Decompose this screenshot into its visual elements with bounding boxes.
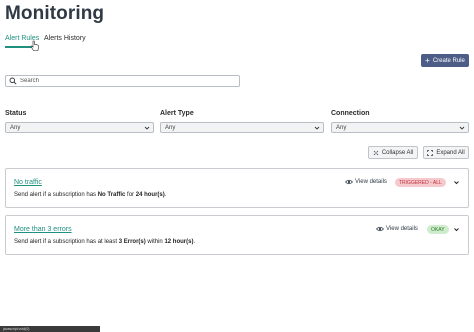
expand-icon: [427, 149, 434, 156]
rule-name-link[interactable]: More than 3 errors: [14, 226, 72, 233]
hand-cursor-icon: [30, 40, 39, 51]
search-box[interactable]: [5, 75, 240, 87]
connection-filter-select[interactable]: Any: [331, 122, 469, 133]
expand-all-button[interactable]: Expand All: [423, 146, 469, 159]
connection-filter-label: Connection: [331, 110, 370, 117]
chevron-down-icon: [459, 126, 465, 130]
collapse-all-label: Collapse All: [381, 149, 414, 156]
plus-icon: +: [425, 55, 430, 65]
eye-icon: [376, 226, 384, 232]
view-details-link[interactable]: View details: [376, 226, 418, 232]
alert-rule-card: More than 3 errors Send alert if a subsc…: [5, 215, 469, 255]
view-details-label: View details: [355, 179, 387, 185]
chevron-down-icon: [144, 126, 150, 130]
connection-filter-value: Any: [336, 124, 347, 131]
view-details-link[interactable]: View details: [345, 179, 387, 185]
alert-type-filter-select[interactable]: Any: [160, 122, 324, 133]
browser-status-bar: javascript:void(0): [0, 326, 100, 332]
status-badge: OKAY: [427, 225, 449, 234]
expand-all-label: Expand All: [436, 149, 465, 156]
rule-name-link[interactable]: No traffic: [14, 179, 42, 186]
create-rule-button[interactable]: + Create Rule: [421, 54, 469, 67]
status-filter-select[interactable]: Any: [5, 122, 154, 133]
chevron-down-icon: [314, 126, 320, 130]
chevron-down-icon[interactable]: [453, 179, 460, 186]
alert-rule-card: No traffic Send alert if a subscription …: [5, 168, 469, 208]
status-filter-label: Status: [5, 110, 27, 117]
chevron-down-icon[interactable]: [453, 226, 460, 233]
monitoring-page: Monitoring Alert Rules Alerts History + …: [0, 0, 474, 332]
rule-description: Send alert if a subscription has at leas…: [14, 239, 196, 245]
view-details-label: View details: [386, 226, 418, 232]
alert-type-filter-value: Any: [165, 124, 176, 131]
collapse-icon: [373, 150, 379, 155]
tab-alerts-history[interactable]: Alerts History: [44, 35, 86, 42]
collapse-all-button[interactable]: Collapse All: [368, 146, 418, 159]
status-filter-value: Any: [10, 124, 21, 131]
search-input[interactable]: [20, 76, 235, 86]
eye-icon: [345, 179, 353, 185]
status-badge: TRIGGERED - ALL: [395, 178, 446, 187]
alert-type-filter-label: Alert Type: [160, 110, 194, 117]
rule-description: Send alert if a subscription has No Traf…: [14, 192, 167, 198]
create-rule-label: Create Rule: [432, 57, 465, 64]
page-title: Monitoring: [5, 3, 105, 24]
search-icon: [9, 77, 17, 85]
